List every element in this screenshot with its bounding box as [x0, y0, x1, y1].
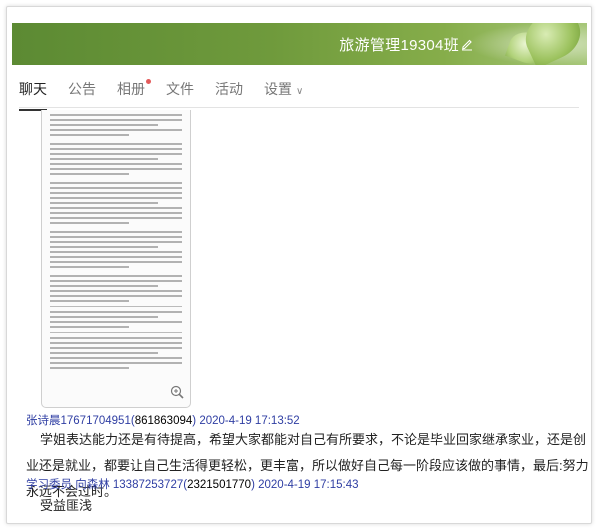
sender-qq-link[interactable]: 861863094	[135, 415, 193, 427]
tab-settings[interactable]: 设置 ∨	[264, 79, 303, 109]
sender-name[interactable]: 张诗晨17671704951	[26, 415, 131, 427]
zoom-in-icon[interactable]	[170, 385, 184, 399]
chat-window: 旅游管理19304班 聊天 公告 相册 文件 活动 设置 ∨ 张诗晨176717…	[6, 6, 592, 524]
pencil-icon[interactable]	[461, 37, 473, 51]
message-time: 2020-4-19 17:15:43	[258, 479, 359, 491]
tab-chat[interactable]: 聊天	[19, 79, 47, 111]
message-time: 2020-4-19 17:13:52	[199, 415, 300, 427]
notification-dot	[146, 79, 151, 84]
document-image-thumbnail[interactable]	[41, 110, 191, 408]
group-banner: 旅游管理19304班	[12, 23, 587, 65]
message-text: 受益匪浅	[40, 498, 93, 513]
message-meta: 学习委员 向森林 13387253727(2321501770) 2020-4-…	[26, 479, 359, 491]
message-meta: 张诗晨17671704951(861863094) 2020-4-19 17:1…	[26, 415, 300, 427]
tab-announcements[interactable]: 公告	[68, 79, 96, 109]
tab-divider	[19, 107, 579, 108]
sender-qq-link[interactable]: 2321501770	[187, 479, 251, 491]
chevron-down-icon: ∨	[296, 86, 304, 97]
group-title: 旅游管理19304班	[339, 37, 459, 54]
sender-name[interactable]: 学习委员 向森林 13387253727	[26, 479, 183, 491]
tab-files[interactable]: 文件	[166, 79, 194, 109]
tab-album[interactable]: 相册	[117, 79, 151, 109]
tab-bar: 聊天 公告 相册 文件 活动 设置 ∨	[19, 79, 324, 111]
tab-activities[interactable]: 活动	[215, 79, 243, 109]
